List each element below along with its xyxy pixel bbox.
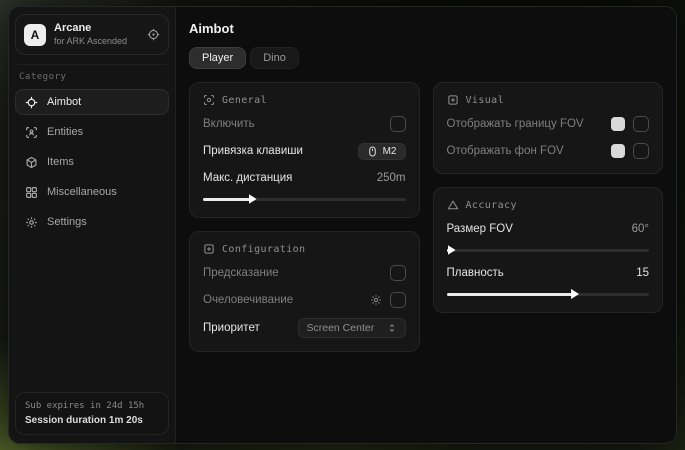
general-scan-icon	[203, 94, 215, 106]
fov-size-slider[interactable]	[447, 245, 650, 255]
tab-player[interactable]: Player	[189, 47, 246, 69]
brand-card: A Arcane for ARK Ascended	[15, 14, 169, 55]
prediction-checkbox[interactable]	[390, 265, 406, 281]
slider-thumb[interactable]	[249, 194, 257, 204]
sub-expires-text: Sub expires in 24d 15h	[25, 401, 159, 411]
humanize-settings-gear-icon[interactable]	[370, 294, 382, 306]
page-title: Aimbot	[189, 21, 663, 36]
crosshair-icon	[25, 96, 38, 109]
category-label: Category	[19, 72, 165, 82]
sidebar-item-label: Entities	[47, 126, 83, 138]
humanize-label: Очеловечивание	[203, 294, 293, 306]
brand-name: Arcane	[54, 22, 139, 36]
priority-selected-value: Screen Center	[307, 322, 375, 334]
fov-border-checkbox[interactable]	[633, 116, 649, 132]
sidebar-item-label: Miscellaneous	[47, 186, 117, 198]
grid-icon	[25, 186, 38, 199]
sidebar-nav: Aimbot Entities Items	[15, 89, 169, 235]
general-card: General Включить Привязка клавиши	[189, 82, 420, 218]
fov-bg-label: Отображать фон FOV	[447, 145, 564, 157]
accuracy-triangle-icon	[447, 199, 459, 211]
fov-bg-checkbox[interactable]	[633, 143, 649, 159]
fov-size-value: 60°	[632, 223, 649, 235]
max-distance-value: 250m	[377, 172, 406, 184]
tab-bar: Player Dino	[189, 47, 663, 69]
main-content: Aimbot Player Dino General	[176, 7, 676, 443]
target-icon[interactable]	[147, 28, 160, 41]
sidebar-divider	[17, 64, 167, 65]
enable-label: Включить	[203, 118, 255, 130]
slider-thumb[interactable]	[448, 245, 456, 255]
card-title: Configuration	[222, 244, 305, 255]
visual-icon	[447, 94, 459, 106]
slider-thumb[interactable]	[571, 289, 579, 299]
smoothness-label: Плавность	[447, 267, 504, 279]
keybind-value: M2	[383, 146, 397, 157]
fov-bg-color-swatch[interactable]	[611, 144, 625, 158]
smoothness-slider[interactable]	[447, 289, 650, 299]
gear-icon	[25, 216, 38, 229]
sidebar: A Arcane for ARK Ascended Category A	[9, 7, 176, 443]
prediction-label: Предсказание	[203, 267, 279, 279]
select-unfold-icon	[387, 323, 397, 333]
sidebar-item-items[interactable]: Items	[15, 149, 169, 175]
configuration-icon	[203, 243, 215, 255]
configuration-card: Configuration Предсказание Очеловечивани…	[189, 231, 420, 352]
fov-border-color-swatch[interactable]	[611, 117, 625, 131]
sidebar-item-label: Settings	[47, 216, 87, 228]
sidebar-item-label: Aimbot	[47, 96, 81, 108]
sidebar-item-aimbot[interactable]: Aimbot	[15, 89, 169, 115]
sidebar-item-settings[interactable]: Settings	[15, 209, 169, 235]
card-title: General	[222, 95, 267, 106]
enable-checkbox[interactable]	[390, 116, 406, 132]
fov-border-label: Отображать границу FOV	[447, 118, 584, 130]
keybind-label: Привязка клавиши	[203, 145, 303, 157]
sidebar-item-miscellaneous[interactable]: Miscellaneous	[15, 179, 169, 205]
sidebar-item-label: Items	[47, 156, 74, 168]
card-title: Accuracy	[466, 200, 517, 211]
fov-size-label: Размер FOV	[447, 223, 513, 235]
accuracy-card: Accuracy Размер FOV 60° П	[433, 187, 664, 313]
keybind-button[interactable]: M2	[358, 143, 406, 160]
smoothness-value: 15	[636, 267, 649, 279]
tab-dino[interactable]: Dino	[250, 47, 299, 69]
priority-label: Приоритет	[203, 322, 260, 334]
subscription-info-card: Sub expires in 24d 15h Session duration …	[15, 392, 169, 435]
items-cube-icon	[25, 156, 38, 169]
card-title: Visual	[466, 95, 505, 106]
session-duration-text: Session duration 1m 20s	[25, 415, 159, 426]
brand-subtitle: for ARK Ascended	[54, 36, 139, 47]
entities-scan-icon	[25, 126, 38, 139]
max-distance-label: Макс. дистанция	[203, 172, 292, 184]
humanize-checkbox[interactable]	[390, 292, 406, 308]
max-distance-slider[interactable]	[203, 194, 406, 204]
mouse-icon	[367, 146, 378, 157]
brand-logo: A	[24, 24, 46, 46]
app-window: A Arcane for ARK Ascended Category A	[8, 6, 677, 444]
priority-select[interactable]: Screen Center	[298, 318, 406, 338]
sidebar-item-entities[interactable]: Entities	[15, 119, 169, 145]
visual-card: Visual Отображать границу FOV Отображать…	[433, 82, 664, 174]
